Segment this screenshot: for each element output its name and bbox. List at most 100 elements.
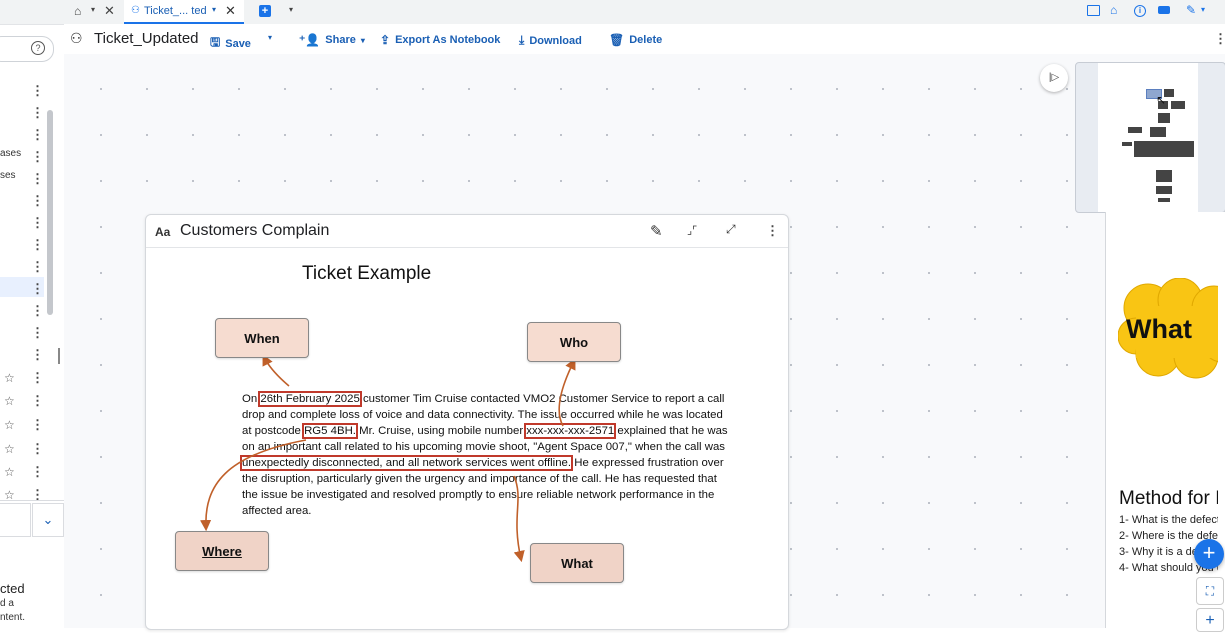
export-icon: ⇪ [380,33,391,47]
download-label: Download [529,34,582,47]
list-item-menu-icon[interactable]: ⋮ [31,348,44,361]
tab-dropdown-icon[interactable]: ▾ [212,5,216,14]
info-icon[interactable]: i [1134,5,1146,17]
more-options-icon[interactable]: ⋮ [1214,32,1225,45]
list-item-menu-icon[interactable]: ⋮ [31,84,44,97]
panel-resize-handle[interactable] [58,348,60,364]
list-item-menu-icon[interactable]: ⋮ [31,216,44,229]
delete-label: Delete [629,34,663,46]
list-item-menu-icon[interactable]: ⋮ [31,304,44,317]
arrow-issue-to-what [513,475,525,563]
search-input[interactable] [0,36,54,62]
list-item-menu-icon[interactable]: ⋮ [31,418,44,431]
magic-pen-icon[interactable]: ✎ [1186,3,1196,17]
when-node-label: When [244,330,280,346]
what-node-label: What [561,555,593,571]
list-item-menu-icon[interactable]: ⋮ [31,260,44,273]
tab-label[interactable]: Ticket_... ted [144,5,207,17]
download-button[interactable]: ⤓ Download [519,33,582,48]
minimap-block [1156,186,1172,194]
toolbar: ⚇ Ticket_Updated 🖫 Save ▾ ⁺👤 Share ▾ ⇪ E… [64,24,1225,55]
list-item-menu-icon[interactable]: ⋮ [31,128,44,141]
tab-bar: ⌂ ▾ ✕ ⚇ Ticket_... ted ▾ ✕ + ▾ ⌂ i ✎ ▾ [0,0,1225,25]
footer-text-line: d a [0,598,14,609]
share-button[interactable]: ⁺👤 Share ▾ [299,33,365,47]
list-item-menu-icon[interactable]: ⋮ [31,326,44,339]
minimap-block [1150,127,1166,137]
star-icon[interactable]: ☆ [4,442,15,456]
diagram-icon: ⚇ [131,5,140,16]
help-icon[interactable]: ? [31,41,45,55]
export-notebook-button[interactable]: ⇪ Export As Notebook [380,33,500,47]
list-item-menu-icon[interactable]: ⋮ [31,465,44,478]
method-title: Method for I [1119,488,1221,509]
save-label: Save [225,37,251,50]
left-panel: data |< ? ⋮ ⋮ ⋮ ases ⋮ ses ⋮ ⋮ ⋮ ⋮ ⋮ ⋮ ⋮… [0,0,65,628]
where-node[interactable]: Where [175,531,269,571]
list-item-label[interactable]: ses [0,170,16,181]
minimap-block [1134,141,1194,157]
right-edge [1218,212,1225,628]
cursor-icon: ↖ [1156,93,1167,107]
home-icon[interactable]: ⌂ [74,4,81,18]
list-item-menu-icon[interactable]: ⋮ [31,150,44,163]
method-item: 1- What is the defect? [1119,514,1225,526]
save-icon: 🖫 [210,35,221,49]
when-node[interactable]: When [215,318,309,358]
minimap-block [1158,198,1170,202]
list-item-menu-icon[interactable]: ⋮ [31,238,44,251]
chevron-down-icon: ▾ [360,35,365,45]
minimap-viewport [1098,63,1198,212]
minimap-block [1158,113,1170,123]
delete-button[interactable]: 🗑 Delete [609,33,662,47]
export-label: Export As Notebook [395,34,501,46]
plus-square-icon[interactable]: + [259,5,271,17]
tab-dropdown-icon[interactable]: ▾ [91,5,95,14]
list-item-menu-icon[interactable]: ⋮ [31,194,44,207]
text-card[interactable]: Aa Customers Complain ✎ ⌟⌜ ⤢ ⋮ Ticket Ex… [145,214,789,630]
dropdown-field[interactable] [0,503,31,537]
chevron-down-icon[interactable]: ▾ [1201,5,1205,14]
list-item-menu-icon[interactable]: ⋮ [31,106,44,119]
add-node-button[interactable]: + [1194,539,1224,569]
where-node-label: Where [202,543,242,559]
divider [0,500,64,501]
list-item-menu-icon[interactable]: ⋮ [31,442,44,455]
what-node[interactable]: What [530,543,624,583]
keyboard-icon[interactable] [1158,6,1170,14]
close-icon[interactable]: ✕ [225,3,236,19]
scrollbar[interactable] [47,110,53,315]
star-icon[interactable]: ☆ [4,394,15,408]
diagram-icon: ⚇ [70,30,83,46]
zoom-in-icon[interactable]: + [1196,608,1224,632]
download-icon: ⤓ [519,33,525,47]
save-options-chevron-icon[interactable]: ▾ [268,33,272,42]
list-item-label[interactable]: ases [0,148,21,159]
star-icon[interactable]: ☆ [4,371,15,385]
footer-text-line: ntent. [0,612,26,623]
minimap[interactable]: ↖ [1075,62,1225,213]
who-node-label: Who [559,334,589,350]
expand-panel-icon[interactable]: |▷ [1040,64,1068,92]
share-label: Share [325,34,356,46]
present-icon[interactable] [1087,5,1100,16]
list-item-menu-icon[interactable]: ⋮ [31,282,44,295]
save-button[interactable]: 🖫 Save [210,33,251,54]
arrow-postcode-to-where [200,439,307,532]
home-outline-icon[interactable]: ⌂ [1110,3,1117,17]
list-item-menu-icon[interactable]: ⋮ [31,394,44,407]
list-item-menu-icon[interactable]: ⋮ [31,371,44,384]
star-icon[interactable]: ☆ [4,418,15,432]
add-person-icon: ⁺👤 [299,33,321,47]
footer-title: cted [0,581,25,596]
minimap-block [1156,170,1172,182]
list-item-menu-icon[interactable]: ⋮ [31,172,44,185]
fit-view-icon[interactable]: ⛶ [1196,577,1224,605]
tab-list-dropdown-icon[interactable]: ▾ [289,5,293,14]
chevron-down-icon[interactable]: ⌄ [32,503,64,537]
minimap-block [1122,142,1132,146]
close-icon[interactable]: ✕ [104,3,115,19]
who-node[interactable]: Who [527,322,621,362]
cloud-label: What [1126,314,1192,344]
star-icon[interactable]: ☆ [4,465,15,479]
